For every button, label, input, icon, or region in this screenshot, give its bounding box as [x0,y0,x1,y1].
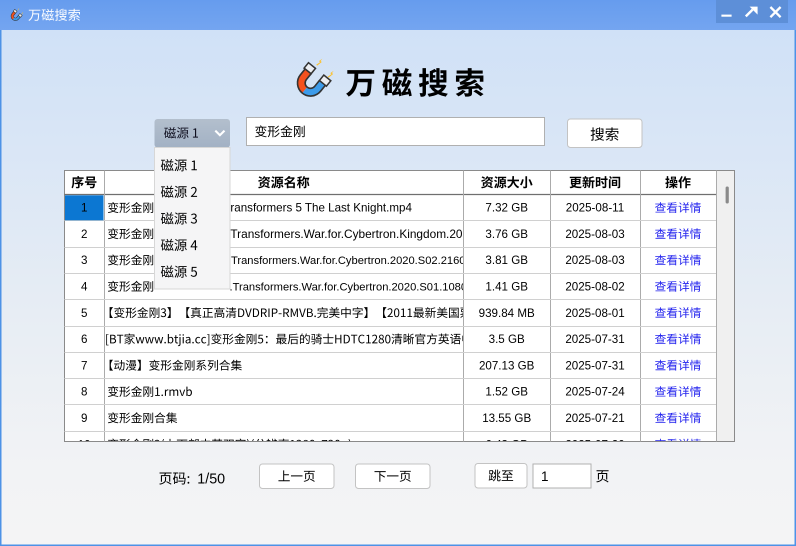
svg-text:1: 1 [541,469,549,484]
svg-text:2025-08-02: 2025-08-02 [565,280,624,293]
svg-text:1/50: 1/50 [197,471,225,487]
svg-text:2025-08-03: 2025-08-03 [565,254,624,267]
svg-text:207.13 GB: 207.13 GB [479,359,535,372]
svg-text:2: 2 [81,228,87,241]
svg-text:13.55 GB: 13.55 GB [482,412,531,425]
svg-text:3.81 GB: 3.81 GB [485,254,528,267]
svg-text:2025-08-03: 2025-08-03 [565,228,624,241]
svg-text:2025-07-31: 2025-07-31 [565,359,624,372]
svg-text:.Transformers.War.for.Cybertro: .Transformers.War.for.Cybertron.2020.S01… [230,281,502,293]
svg-text:5: 5 [81,307,87,320]
svg-text:ransformers 5 The Last Knight.: ransformers 5 The Last Knight.mp4 [230,202,412,215]
svg-text:1.41 GB: 1.41 GB [485,280,528,293]
svg-text:8: 8 [81,386,87,399]
svg-text:Transformers.War.for.Cybertron: Transformers.War.for.Cybertron.Kingdom.2… [230,227,500,241]
svg-text:2025-08-01: 2025-08-01 [565,307,624,320]
svg-text:1.52 GB: 1.52 GB [485,386,528,399]
svg-text:2025-07-24: 2025-07-24 [565,386,625,399]
svg-text:1: 1 [81,202,87,215]
svg-text:7: 7 [81,359,87,372]
svg-text:4: 4 [81,280,88,293]
svg-text:9: 9 [81,412,87,425]
svg-text:2025-08-11: 2025-08-11 [566,202,624,215]
svg-text:6: 6 [81,333,87,346]
svg-text:3.5 GB: 3.5 GB [489,333,525,346]
svg-text:939.84 MB: 939.84 MB [479,307,535,320]
svg-text:2025-07-31: 2025-07-31 [565,333,624,346]
svg-text:7.32 GB: 7.32 GB [485,202,528,215]
svg-text:Transformers.War.for.Cybertron: Transformers.War.for.Cybertron.2020.S02.… [231,255,500,267]
svg-text:3.76 GB: 3.76 GB [485,228,528,241]
svg-text:2025-07-21: 2025-07-21 [565,412,624,425]
svg-text:3: 3 [81,254,87,267]
